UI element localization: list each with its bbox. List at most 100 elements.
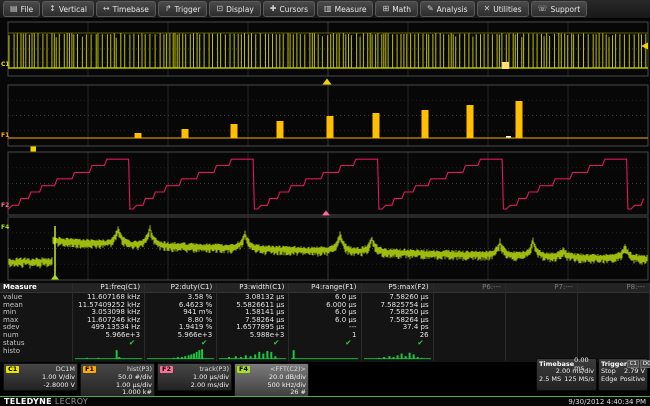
menu-label: Trigger: [175, 5, 201, 14]
measure-max-p4: 6.0 µs: [289, 316, 361, 324]
trace-label-f4[interactable]: F4: [1, 224, 9, 231]
measure-row-label-num: num: [0, 331, 73, 339]
menu-label: Vertical: [59, 5, 87, 14]
channel-badge-c1: C1: [6, 366, 19, 373]
measure-mean-p6: [434, 301, 506, 309]
support-icon: ☏: [538, 5, 548, 13]
measure-num-p4: 1: [289, 331, 361, 339]
menu-label: Measure: [335, 5, 367, 14]
menu-button-trigger[interactable]: ↱Trigger: [158, 1, 208, 17]
trace-label-f2[interactable]: F2: [1, 202, 9, 209]
trigger-position-marker[interactable]: [323, 79, 332, 85]
trigger-type: Edge: [601, 376, 617, 384]
measure-table: MeasureP1:freq(C1)P2:duty(C1)P3:width(C1…: [0, 283, 650, 362]
measure-min-p1: 3.053098 kHz: [73, 308, 145, 316]
channel-badge-f2: F2: [160, 366, 173, 373]
menu-label: Math: [392, 5, 411, 14]
trigger-level-marker[interactable]: [641, 43, 648, 50]
file-icon: ▤: [10, 5, 18, 13]
f2-position-marker[interactable]: [322, 211, 330, 216]
measure-min-p3: 1.58141 µs: [217, 308, 289, 316]
measure-row-label-sdev: sdev: [0, 323, 73, 331]
measure-value-p2: 3.58 %: [145, 293, 217, 301]
menu-button-vertical[interactable]: ↕Vertical: [42, 1, 94, 17]
measure-num-p7: [506, 331, 578, 339]
menu-button-display[interactable]: ⊡Display: [209, 1, 260, 17]
trace-label-c1[interactable]: C1: [1, 61, 10, 68]
menu-button-file[interactable]: ▤File: [3, 1, 40, 17]
descriptor-title: DC1M: [56, 365, 75, 373]
measure-max-p7: [506, 316, 578, 324]
measure-mean-p3: 5.5826611 µs: [217, 301, 289, 309]
vertical-arrows-icon: ↕: [49, 5, 56, 13]
oscilloscope-screen: ▤File↕Vertical↔Timebase↱Trigger⊡Display✚…: [0, 0, 650, 406]
measure-num-p1: 5.966e+3: [73, 331, 145, 339]
measure-header-p5[interactable]: P5:max(F2): [362, 283, 434, 293]
menu-button-timebase[interactable]: ↔Timebase: [96, 1, 156, 17]
trigger-summary-box[interactable]: Trigger C1 DC Stop 2.79 V Edge Positive: [598, 358, 648, 391]
descriptor-f1[interactable]: F1hist(P3)50.0 #/div1.00 µs/div1.000 k#: [80, 363, 155, 399]
measure-histo-p6: [434, 347, 506, 361]
descriptor-f4[interactable]: F4<FFT(C2)>20.0 dB/div500 kHz/div26 #: [234, 363, 309, 400]
measure-histo-p4: [289, 347, 361, 361]
analysis-icon: ✎: [427, 5, 434, 13]
measure-value-p5: 7.58260 µs: [362, 293, 434, 301]
measure-header-p1[interactable]: P1:freq(C1): [73, 283, 145, 293]
descriptor-line: 2.00 ms/div: [160, 382, 229, 390]
ruler-icon: ▥: [324, 5, 332, 13]
trigger-edge-icon: ↱: [165, 5, 172, 13]
measure-sdev-p5: 37.4 ps: [362, 323, 434, 331]
menu-button-math[interactable]: ⊞Math: [375, 1, 417, 17]
measure-status-p1: ✔: [73, 339, 145, 348]
measure-status-p7: [506, 339, 578, 348]
measure-value-p4: 6.0 µs: [289, 293, 361, 301]
menu-label: Timebase: [113, 5, 149, 14]
measure-header-p4[interactable]: P4:range(F1): [289, 283, 361, 293]
menu-button-measure[interactable]: ▥Measure: [317, 1, 373, 17]
descriptor-title: hist(P3): [127, 365, 152, 373]
measure-mean-p8: [578, 301, 650, 309]
measure-sdev-p1: 499.13534 Hz: [73, 323, 145, 331]
measure-sdev-p8: [578, 323, 650, 331]
menu-button-analysis[interactable]: ✎Analysis: [420, 1, 475, 17]
measure-max-p8: [578, 316, 650, 324]
trace-label-f1[interactable]: F1: [1, 132, 9, 139]
menu-bar: ▤File↕Vertical↔Timebase↱Trigger⊡Display✚…: [0, 0, 650, 19]
menu-button-cursors[interactable]: ✚Cursors: [263, 1, 315, 17]
menu-button-support[interactable]: ☏Support: [531, 1, 588, 17]
brand-teledyne: TELEDYNE: [4, 397, 52, 406]
measure-value-p8: [578, 293, 650, 301]
f4-position-marker[interactable]: [51, 275, 59, 280]
measure-mean-p7: [506, 301, 578, 309]
measure-min-p8: [578, 308, 650, 316]
f1-offset-marker[interactable]: [31, 147, 37, 152]
measure-mean-p2: 6.4623 %: [145, 301, 217, 309]
timebase-samplerate: 125 MS/s: [564, 376, 594, 384]
clock: 9/30/2012 4:40:34 PM: [568, 398, 646, 406]
measure-header-p8[interactable]: P8:---: [578, 283, 650, 293]
measure-histo-p3: [217, 347, 289, 361]
descriptor-c1[interactable]: C1DC1M1.00 V/div-2.8000 V: [3, 363, 78, 391]
measure-value-p3: 3.08132 µs: [217, 293, 289, 301]
timebase-summary-box[interactable]: Timebase 0.00 ms 2.00 ms/div 2.5 MS 125 …: [536, 358, 597, 391]
measure-header-p3[interactable]: P3:width(C1): [217, 283, 289, 293]
measure-max-p5: 7.58264 µs: [362, 316, 434, 324]
menu-label: Display: [226, 5, 254, 14]
waveform-display[interactable]: C1 F1 F2 F4: [0, 19, 650, 283]
measure-header-p7[interactable]: P7:---: [506, 283, 578, 293]
measure-status-p5: ✔: [362, 339, 434, 348]
channel-badge-f1: F1: [83, 366, 96, 373]
measure-row-label-mean: mean: [0, 301, 73, 309]
measure-sdev-p7: [506, 323, 578, 331]
measure-mean-p4: 6.000 µs: [289, 301, 361, 309]
c1-highlight-marker: [502, 62, 509, 69]
utilities-icon: ✕: [484, 5, 491, 13]
measure-sdev-p2: 1.9419 %: [145, 323, 217, 331]
measure-histo-p1: [73, 347, 145, 361]
descriptor-f2[interactable]: F2track(P3)1.00 µs/div2.00 ms/div: [157, 363, 232, 391]
menu-button-utilities[interactable]: ✕Utilities: [477, 1, 529, 17]
measure-header-p6[interactable]: P6:---: [434, 283, 506, 293]
timebase-samples: 2.5 MS: [539, 376, 561, 384]
channel-badge-f4: F4: [237, 366, 250, 373]
measure-header-p2[interactable]: P2:duty(C1): [145, 283, 217, 293]
